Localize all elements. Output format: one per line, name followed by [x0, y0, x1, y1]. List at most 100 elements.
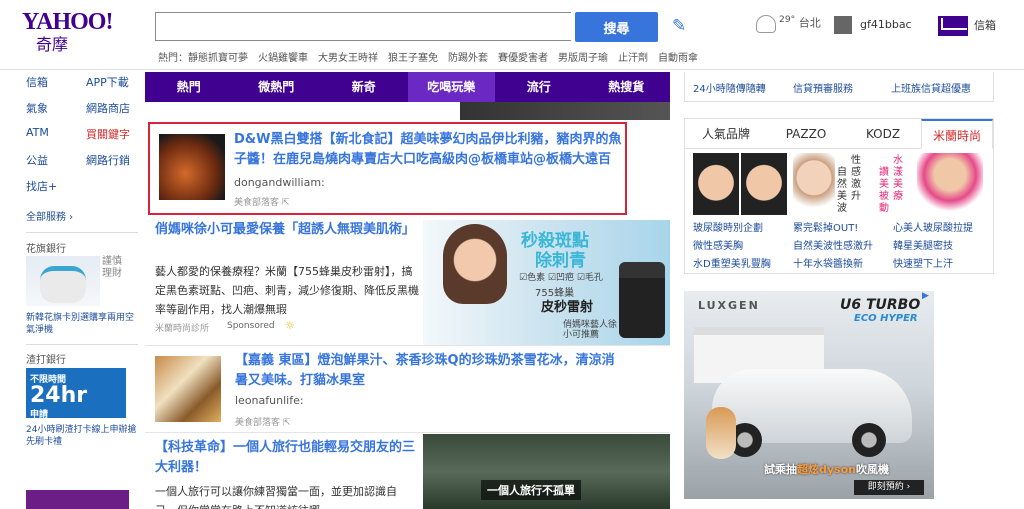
citibank-ad-link[interactable]: 新韓花旗卡別選購享兩用空氣淨機: [26, 312, 138, 336]
brand-link[interactable]: 累完鬆掉OUT!: [793, 219, 858, 234]
feed-tabs: 熱門 微熱門 新奇 吃喝玩樂 流行 熱搜貨: [145, 72, 670, 102]
hot-item[interactable]: 狼王子塞免: [388, 53, 438, 64]
brand-link[interactable]: 玻尿酸時別企劃: [693, 219, 763, 234]
search-button[interactable]: 搜尋: [575, 12, 658, 42]
previous-item-strip: [145, 102, 670, 120]
tab-hot[interactable]: 熱門: [145, 72, 233, 102]
hot-item[interactable]: 賽優愛害者: [498, 53, 548, 64]
sidebar-item-atm[interactable]: ATM: [26, 126, 49, 139]
feed-item-category: 美食部落客: [234, 198, 280, 208]
sidebar-item-mail[interactable]: 信箱: [26, 74, 48, 90]
photo-label: 一個人旅行不孤單: [481, 480, 581, 500]
mail-label: 信箱: [974, 19, 996, 32]
feed-item-title[interactable]: 【嘉義 東區】燈泡鮮果汁、茶香珍珠Q的珍珠奶茶雪花冰，清涼消暑又美味。打貓冰果室: [235, 351, 625, 391]
hot-item[interactable]: 止汗劑: [618, 53, 648, 64]
section-title: 渣打銀行: [26, 355, 66, 366]
avatar-icon: [834, 16, 852, 34]
user-account[interactable]: gf41bbac: [834, 16, 912, 34]
page-scrollbar[interactable]: [1012, 70, 1024, 509]
pencil-icon[interactable]: ✎: [672, 16, 692, 36]
feed-item-title[interactable]: 【科技革命】一個人旅行也能輕易交朋友的三大利器！: [155, 438, 415, 478]
feed-item-body: 藝人都愛的保養療程？米蘭【755蜂巢皮秒雷射】，搞定黑色素斑點、凹疤、刺青，減少…: [155, 265, 419, 316]
tab-hot-goods[interactable]: 熱搜貨: [583, 72, 671, 102]
share-icon[interactable]: ⇱: [282, 198, 290, 208]
hot-item[interactable]: 靜態抓寶可夢: [188, 53, 248, 64]
brand-vertical-3: 水漾美療: [893, 155, 903, 202]
highlighted-feed-item[interactable]: D&W黑白雙搭【新北食記】超美味夢幻肉品伊比利豬，豬肉界的魚子醬！在鹿兒島燒肉專…: [148, 122, 627, 215]
brand-link[interactable]: 韓星美腿密技: [893, 237, 953, 252]
citibank-vertical-text: 謹慎理財: [102, 256, 122, 279]
brand-link[interactable]: 快速塑下上汗: [893, 255, 953, 270]
model-photo-4[interactable]: [917, 153, 983, 215]
header: YAHOO! 奇摩 搜尋 ✎ 熱門：靜態抓寶可夢 火鍋雞饗車 大男女王時祥 狼王子塞免…: [0, 0, 1024, 70]
brand-link[interactable]: 微性感美胸: [693, 237, 743, 252]
beauty-clinic-ad[interactable]: 秒殺斑點 除刺青 ☑色素 ☑凹疤 ☑毛孔 755蜂巢 皮秒雷射 俏媽咪藝人徐小可…: [423, 220, 670, 345]
model-portrait: [443, 224, 507, 304]
tab-novel[interactable]: 新奇: [320, 72, 408, 102]
brand-vertical-4: 讚美被動: [879, 167, 889, 214]
tab-trending[interactable]: 微熱門: [233, 72, 321, 102]
travel-photo[interactable]: 一個人旅行不孤單: [423, 434, 670, 509]
hot-item[interactable]: 防踢外套: [448, 53, 488, 64]
model-photo-b[interactable]: [693, 153, 739, 215]
brand-link[interactable]: 十年水袋醬換新: [793, 255, 863, 270]
brand-link[interactable]: 水D重塑美乳豐胸: [693, 255, 771, 270]
hot-item[interactable]: 火鍋雞饗車: [258, 53, 308, 64]
citibank-ad-image[interactable]: [26, 256, 100, 306]
feed-item-meta: 美食部落客 ⇱: [235, 415, 290, 428]
feed-item-title[interactable]: 俏媽咪徐小可最愛保養「超誘人無瑕美肌術」: [155, 220, 419, 240]
feed-item-source: leonafunlife:: [235, 394, 304, 407]
finance-link[interactable]: 信貸預審服務: [793, 80, 853, 95]
tab-milan[interactable]: 米蘭時尚: [921, 119, 993, 149]
weather-widget[interactable]: 29° 台北: [756, 14, 821, 33]
reserve-button[interactable]: 即刻預約 ›: [854, 480, 924, 495]
standard-chartered-ad-link[interactable]: 24小時刷渣打卡線上申辦搶先刷卡禮: [26, 424, 138, 448]
search-input[interactable]: [155, 12, 571, 41]
hot-item[interactable]: 自動雨傘: [658, 53, 698, 64]
divider: [26, 344, 138, 345]
brand-link[interactable]: 自然美波性感激升: [793, 237, 873, 252]
brand-link[interactable]: 心美人玻尿酸拉提: [893, 219, 973, 234]
share-icon[interactable]: ⇱: [283, 418, 291, 428]
wheel-icon: [852, 423, 886, 457]
sidebar-item-charity[interactable]: 公益: [26, 152, 48, 168]
bbq-thumbnail[interactable]: [159, 134, 225, 200]
ad-checks: ☑色素 ☑凹疤 ☑毛孔: [519, 273, 603, 283]
promo-big-text: 24hr: [30, 383, 88, 408]
brand-vertical-1: 性感激升: [851, 155, 861, 202]
feed-item-meta: 美食部落客 ⇱: [234, 195, 289, 208]
sidebar-item-app[interactable]: APP下載: [86, 74, 129, 90]
car-advertisement[interactable]: LUXGEN U6 TURBO ECO HYPER 試乘抽超炫dyson吹風機 …: [684, 291, 934, 499]
standard-chartered-ad-image[interactable]: 不限時間 24hr 申請: [26, 368, 126, 420]
feed-item-category: 美食部落客: [235, 418, 281, 428]
username: gf41bbac: [860, 18, 912, 31]
ad-headline-2: 除刺青: [535, 251, 586, 271]
mail-link[interactable]: 信箱: [938, 16, 996, 36]
tab-fashion[interactable]: 流行: [495, 72, 583, 102]
hot-item[interactable]: 大男女王時祥: [318, 53, 378, 64]
tab-popular-brands[interactable]: 人氣品牌: [685, 119, 767, 149]
model-photo-3[interactable]: [793, 153, 835, 215]
sidebar-item-weather[interactable]: 氣象: [26, 100, 48, 116]
model-photo-a[interactable]: [741, 153, 787, 215]
yahoo-logo[interactable]: YAHOO! 奇摩: [22, 8, 122, 58]
finance-link[interactable]: 24小時隨傳隨轉: [693, 80, 766, 95]
tab-kodz[interactable]: KODZ: [845, 119, 921, 149]
sidebar-item-marketing[interactable]: 網路行銷: [86, 152, 130, 168]
adchoices-icon[interactable]: ▶: [922, 291, 934, 303]
feed-item-body: 一個人旅行可以讓你練習獨當一面，並更加認識自己，但你常常在路上不知道該往哪: [155, 485, 397, 509]
dog-image: [706, 407, 736, 459]
feed-item-title[interactable]: D&W黑白雙搭【新北食記】超美味夢幻肉品伊比利豬，豬肉界的魚子醬！在鹿兒島燒肉專…: [234, 130, 624, 170]
car-brand-logo: LUXGEN: [698, 299, 760, 312]
hot-item[interactable]: 男版周子瑜: [558, 53, 608, 64]
sidebar-item-find-store[interactable]: 找店+: [26, 178, 57, 194]
finance-link[interactable]: 上班族信貸超優惠: [891, 80, 971, 95]
hot-label: 熱門：: [158, 53, 188, 64]
tab-pazzo[interactable]: PAZZO: [767, 119, 845, 149]
all-services-link[interactable]: 全部服務 ›: [26, 208, 73, 223]
sidebar-item-store[interactable]: 網路商店: [86, 100, 130, 116]
sidebar-bottom-banner[interactable]: [26, 490, 129, 509]
sidebar-item-keywords[interactable]: 買關鍵字: [86, 126, 130, 142]
dessert-thumbnail[interactable]: [155, 356, 221, 422]
tab-food-fun[interactable]: 吃喝玩樂: [407, 72, 495, 102]
